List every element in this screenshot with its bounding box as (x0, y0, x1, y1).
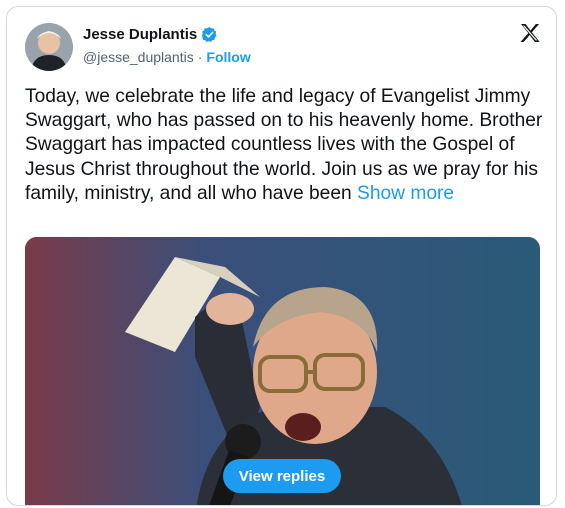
view-replies-button[interactable]: View replies (223, 459, 341, 493)
separator-dot: · (197, 49, 203, 65)
post-body-text: Today, we celebrate the life and legacy … (25, 86, 543, 204)
avatar-image (25, 23, 73, 71)
x-logo-icon[interactable] (518, 21, 542, 45)
author-handle-row: @jesse_duplantis · Follow (83, 49, 251, 65)
follow-button[interactable]: Follow (206, 49, 250, 65)
verified-badge-icon (201, 26, 218, 43)
author-name-row: Jesse Duplantis (83, 26, 218, 43)
author-display-name[interactable]: Jesse Duplantis (83, 26, 197, 43)
post-text: Today, we celebrate the life and legacy … (25, 85, 545, 206)
show-more-link[interactable]: Show more (357, 183, 454, 204)
avatar[interactable] (25, 23, 73, 71)
author-handle[interactable]: @jesse_duplantis (83, 49, 194, 65)
embedded-post-card: Jesse Duplantis @jesse_duplantis · Follo… (6, 6, 557, 506)
